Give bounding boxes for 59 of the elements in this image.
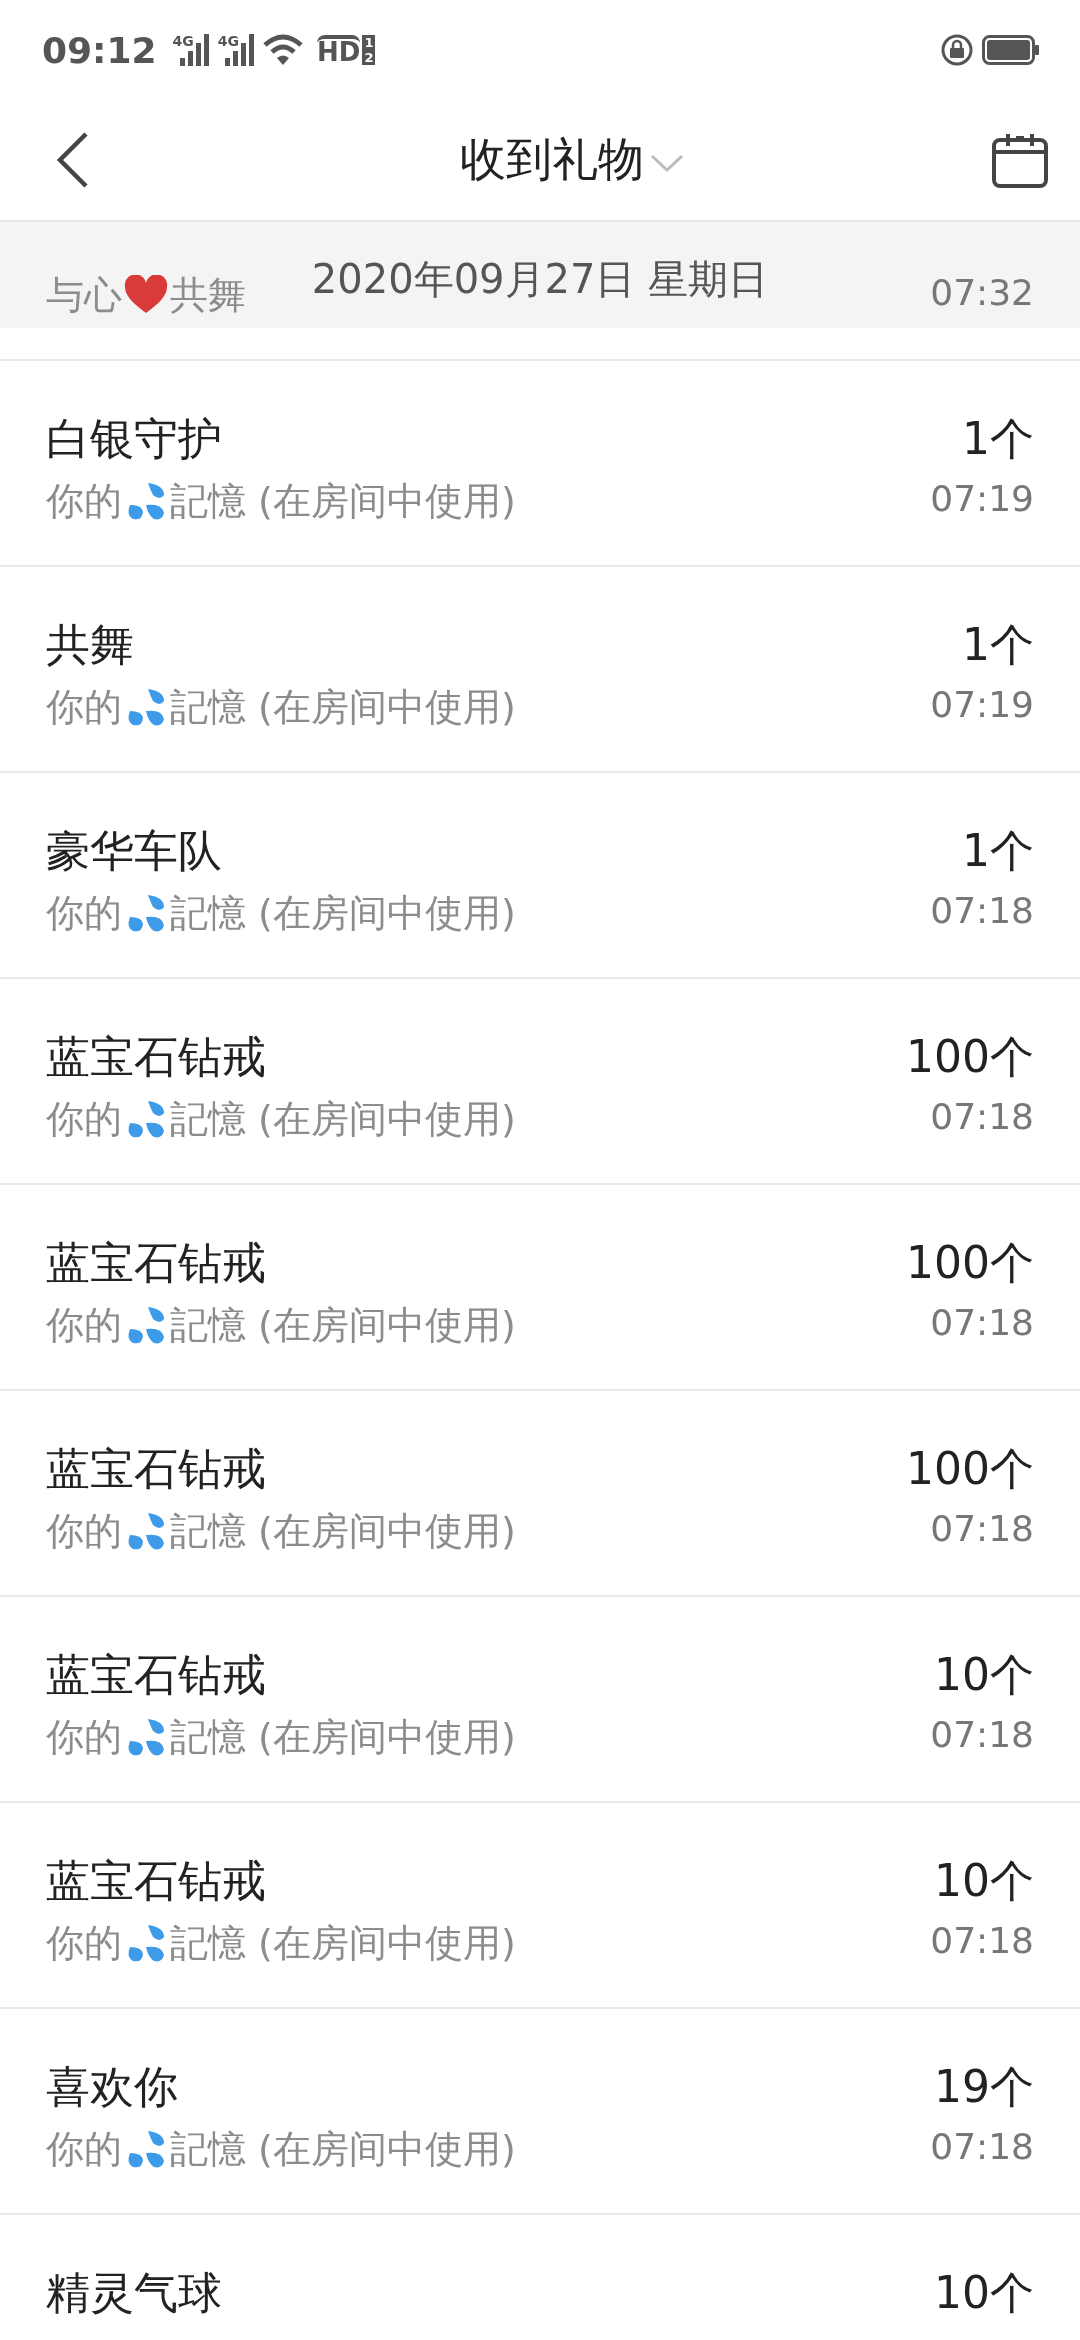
gift-name: 共舞 — [46, 618, 135, 672]
gift-name: 蓝宝石钻戒 — [46, 1442, 267, 1496]
gift-count: 19个 — [934, 2060, 1034, 2114]
network-type-label: 4G — [172, 34, 194, 48]
gift-time: 07:19 — [930, 477, 1034, 521]
gift-name: 豪华车队 — [46, 824, 223, 878]
sender-text: 你的 — [46, 683, 122, 731]
status-time: 09:12 — [42, 29, 157, 71]
sender-text: 記憶 (在房间中使用) — [170, 2125, 516, 2173]
sender-text: 你的 — [46, 2125, 122, 2173]
sender-text: 記憶 (在房间中使用) — [170, 1713, 516, 1761]
heart-icon — [124, 275, 168, 315]
gift-time: 07:18 — [930, 1507, 1034, 1551]
network-type-label: 4G — [217, 34, 240, 48]
gift-count: 100个 — [906, 1030, 1034, 1084]
battery-icon — [982, 35, 1040, 65]
gift-time: 07:18 — [930, 889, 1034, 933]
gift-count: 10个 — [934, 2266, 1034, 2320]
sender-text: 記憶 (在房间中使用) — [170, 1507, 516, 1555]
gift-time: 07:18 — [930, 2125, 1034, 2169]
gift-time: 07:19 — [930, 683, 1034, 727]
gift-time: 07:18 — [930, 1301, 1034, 1345]
sender-text: 你的 — [46, 1301, 122, 1349]
gift-time: 07:18 — [930, 1095, 1034, 1139]
sender-text: 你的 — [46, 1507, 122, 1555]
gift-time: 07:18 — [930, 1713, 1034, 1757]
sender-text: 你的 — [46, 1713, 122, 1761]
gift-name: 蓝宝石钻戒 — [46, 1648, 267, 1702]
gift-count: 100个 — [906, 1236, 1034, 1290]
sender-text: 記憶 (在房间中使用) — [170, 477, 516, 525]
sender-text: 与心 — [46, 271, 122, 319]
gift-name: 蓝宝石钻戒 — [46, 1030, 267, 1084]
gift-count: 1个 — [962, 824, 1034, 878]
sender-text: 你的 — [46, 1919, 122, 1967]
sender-text: 你的 — [46, 477, 122, 525]
wifi-icon — [263, 34, 304, 66]
gift-name: 蓝宝石钻戒 — [46, 1236, 267, 1290]
sender-text: 你的 — [46, 1095, 122, 1143]
page-title[interactable]: 收到礼物 — [460, 129, 644, 191]
sender-text: 記憶 (在房间中使用) — [170, 1301, 516, 1349]
sender-text: 共舞 — [170, 271, 246, 319]
gift-count: 100个 — [906, 1442, 1034, 1496]
gift-name: 喜欢你 — [46, 2060, 179, 2114]
date-label: 2020年09月27日 星期日 — [311, 254, 769, 304]
rotation-lock-icon — [940, 33, 974, 67]
sender-text: 記憶 (在房间中使用) — [170, 889, 516, 937]
gift-count: 1个 — [962, 412, 1034, 466]
gift-name: 精灵气球 — [46, 2266, 222, 2320]
gift-name: 白银守护 — [46, 412, 223, 466]
gift-count: 10个 — [934, 1648, 1034, 1702]
gift-count: 10个 — [934, 1854, 1034, 1908]
gift-time: 07:32 — [930, 271, 1034, 315]
gift-name: 蓝宝石钻戒 — [46, 1854, 267, 1908]
sender-text: 你的 — [46, 889, 122, 937]
sender-text: 記憶 (在房间中使用) — [170, 683, 516, 731]
sender-text: 記憶 (在房间中使用) — [170, 1919, 516, 1967]
sender-text: 記憶 (在房间中使用) — [170, 1095, 516, 1143]
gift-time: 07:18 — [930, 1919, 1034, 1963]
gift-count: 1个 — [962, 618, 1034, 672]
